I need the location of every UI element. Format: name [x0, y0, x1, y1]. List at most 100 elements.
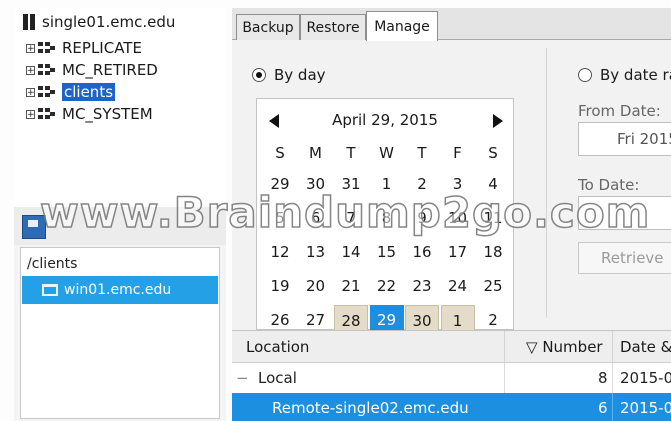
domain-icon [38, 62, 56, 78]
calendar-day[interactable]: 5 [263, 203, 297, 233]
client-toolbar [14, 207, 226, 245]
row-divider [504, 363, 505, 393]
col-number[interactable]: ▽ Number [526, 338, 603, 356]
backup-table: Location ▽ Number Date & − Local 8 2015-… [232, 330, 671, 421]
to-date-label: To Date: [578, 176, 640, 194]
sort-icon: ▽ [526, 338, 538, 356]
calendar-day[interactable]: 24 [441, 271, 475, 301]
server-tree: single01.emc.edu + REPLICATE + MC_RETIRED + c… [14, 8, 226, 204]
calendar-day[interactable]: 25 [476, 271, 510, 301]
weekday-label: W [379, 144, 394, 162]
domain-icon [38, 40, 56, 56]
tree-item-mc-system[interactable]: + MC_SYSTEM [26, 104, 153, 124]
row-divider [612, 363, 613, 393]
tab-restore[interactable]: Restore [300, 14, 366, 40]
save-icon[interactable] [22, 215, 46, 239]
calendar-day[interactable]: 14 [334, 237, 368, 267]
by-day-label: By day [274, 66, 326, 84]
header-divider [612, 331, 613, 363]
col-number-label: Number [542, 338, 603, 356]
weekday-label: S [275, 144, 285, 162]
to-date-field[interactable] [578, 196, 671, 230]
by-date-range-label: By date ra [600, 66, 671, 84]
from-date-label: From Date: [578, 102, 661, 120]
path-label: /clients [27, 256, 78, 272]
calendar-day[interactable]: 22 [370, 271, 404, 301]
col-date[interactable]: Date & [620, 338, 671, 356]
tab-bar: Backup Restore Manage [232, 8, 671, 41]
by-date-range-radio[interactable] [578, 68, 592, 82]
tab-backup[interactable]: Backup [236, 14, 300, 40]
expand-icon[interactable]: + [26, 43, 35, 53]
column-divider [546, 48, 547, 318]
header-divider [504, 331, 505, 363]
col-location[interactable]: Location [246, 338, 309, 356]
by-day-radio[interactable] [252, 68, 266, 82]
collapse-icon[interactable]: − [236, 369, 249, 387]
tree-root-label: single01.emc.edu [42, 13, 176, 31]
tree-item-replicate[interactable]: + REPLICATE [26, 38, 142, 58]
expand-icon[interactable]: + [26, 65, 35, 75]
calendar-header: April 29, 2015 [257, 109, 513, 131]
next-month-icon[interactable] [493, 114, 503, 128]
tree-item-label: MC_RETIRED [62, 61, 158, 79]
calendar-day[interactable]: 15 [370, 237, 404, 267]
calendar-day[interactable]: 18 [476, 237, 510, 267]
computer-icon [42, 284, 58, 296]
calendar-day[interactable]: 8 [370, 203, 404, 233]
domain-icon [38, 106, 56, 122]
tree-item-mc-retired[interactable]: + MC_RETIRED [26, 60, 158, 80]
row-divider [612, 393, 613, 421]
calendar-day[interactable]: 9 [405, 203, 439, 233]
tree-item-label: clients [62, 83, 116, 101]
server-icon [20, 12, 38, 32]
calendar-day[interactable]: 1 [370, 169, 404, 199]
tree-root[interactable]: single01.emc.edu [20, 12, 175, 32]
calendar-day[interactable]: 31 [334, 169, 368, 199]
row-location: Local [258, 369, 297, 387]
calendar-day[interactable]: 21 [334, 271, 368, 301]
tree-item-clients[interactable]: + clients [26, 82, 116, 102]
expand-icon[interactable]: + [26, 109, 35, 119]
retrieve-button[interactable]: Retrieve [578, 242, 671, 274]
tree-item-label: REPLICATE [62, 39, 142, 57]
calendar-day[interactable]: 4 [476, 169, 510, 199]
calendar-day[interactable]: 12 [263, 237, 297, 267]
row-date: 2015-0 [620, 399, 671, 417]
row-number: 8 [598, 369, 608, 387]
calendar-day[interactable]: 19 [263, 271, 297, 301]
calendar-day[interactable]: 13 [299, 237, 333, 267]
client-browser-panel: /clients win01.emc.edu [14, 207, 226, 421]
table-row[interactable]: Remote-single02.emc.edu 6 2015-0 [232, 393, 671, 421]
prev-month-icon[interactable] [269, 114, 279, 128]
weekday-label: T [346, 144, 356, 162]
calendar-day[interactable]: 17 [441, 237, 475, 267]
client-list: /clients win01.emc.edu [20, 247, 220, 419]
calendar-day[interactable]: 6 [299, 203, 333, 233]
calendar-day[interactable]: 29 [263, 169, 297, 199]
calendar-day[interactable]: 3 [441, 169, 475, 199]
weekday-label: T [417, 144, 427, 162]
tree-item-label: MC_SYSTEM [62, 105, 153, 123]
calendar-day[interactable]: 20 [299, 271, 333, 301]
tab-manage[interactable]: Manage [366, 11, 438, 41]
calendar-day[interactable]: 16 [405, 237, 439, 267]
row-location: Remote-single02.emc.edu [272, 399, 469, 417]
table-row[interactable]: − Local 8 2015-0 [232, 363, 671, 393]
calendar-day[interactable]: 2 [405, 169, 439, 199]
domain-icon [38, 84, 56, 100]
client-item-label: win01.emc.edu [64, 282, 172, 298]
calendar-day[interactable]: 23 [405, 271, 439, 301]
weekday-label: M [309, 144, 322, 162]
by-day-option[interactable]: By day [252, 66, 326, 84]
from-date-field[interactable]: Fri 2015 [578, 122, 671, 156]
by-date-range-option[interactable]: By date ra [578, 66, 671, 84]
calendar-day[interactable]: 7 [334, 203, 368, 233]
row-date: 2015-0 [620, 369, 671, 387]
calendar-day[interactable]: 30 [299, 169, 333, 199]
expand-icon[interactable]: + [26, 87, 35, 97]
calendar-day[interactable]: 11 [476, 203, 510, 233]
client-item[interactable]: win01.emc.edu [22, 276, 218, 304]
calendar: April 29, 2015 S M T W T F S 29 30 31 1 2 3 4 5 6 7 8 9 10 1… [256, 98, 514, 335]
calendar-day[interactable]: 10 [441, 203, 475, 233]
